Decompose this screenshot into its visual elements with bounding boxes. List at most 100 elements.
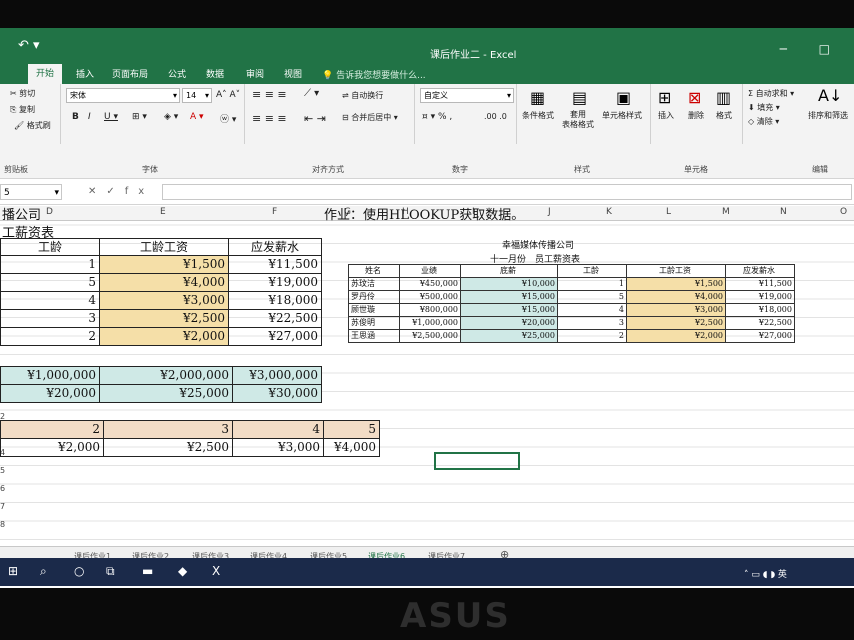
- delete-cells-icon[interactable]: ⊠: [688, 88, 701, 107]
- col-header[interactable]: F: [272, 207, 277, 217]
- col-header[interactable]: M: [722, 207, 730, 217]
- align-top-icon[interactable]: ≡ ≡ ≡: [252, 88, 287, 101]
- search-icon[interactable]: ⌕: [40, 564, 47, 579]
- copy-button[interactable]: ⎘ 复制: [10, 104, 35, 115]
- right-header-cell[interactable]: 应发薪水: [725, 264, 795, 278]
- right-cell[interactable]: ¥27,000: [725, 329, 795, 343]
- table1-cell[interactable]: 1: [0, 255, 100, 274]
- tab-review[interactable]: 审阅: [246, 67, 264, 80]
- row-header[interactable]: 8: [0, 520, 8, 529]
- clear-button[interactable]: ◇ 清除 ▾: [748, 116, 779, 127]
- system-tray-icons[interactable]: ˄ ▭ ◖ ◗ 英: [744, 567, 787, 580]
- col-header[interactable]: L: [666, 207, 671, 217]
- right-header-cell[interactable]: 工龄: [557, 264, 627, 278]
- undo-icon[interactable]: ↶ ▾: [18, 38, 40, 53]
- cortana-icon[interactable]: ○: [74, 564, 84, 578]
- right-cell[interactable]: 罗丹伶: [348, 290, 400, 304]
- right-cell[interactable]: ¥25,000: [460, 329, 558, 343]
- cell-style-icon[interactable]: ▣: [616, 88, 631, 107]
- right-cell[interactable]: ¥11,500: [725, 277, 795, 291]
- right-cell[interactable]: ¥2,000: [626, 329, 726, 343]
- col-header[interactable]: E: [160, 207, 166, 217]
- fill-color-icon[interactable]: ◈ ▾: [164, 112, 178, 122]
- app-icon[interactable]: ◆: [178, 564, 187, 578]
- cut-button[interactable]: ✂ 剪切: [10, 88, 35, 99]
- right-cell[interactable]: 5: [557, 290, 627, 304]
- right-header-cell[interactable]: 姓名: [348, 264, 400, 278]
- file-explorer-icon[interactable]: ▬: [142, 564, 153, 578]
- decimal-icon[interactable]: .00 .0: [484, 112, 507, 121]
- conditional-format-icon[interactable]: ▦: [530, 88, 545, 107]
- right-cell[interactable]: 王思涵: [348, 329, 400, 343]
- right-cell[interactable]: ¥20,000: [460, 316, 558, 330]
- table2-cell[interactable]: ¥3,000,000: [232, 366, 322, 385]
- col-header[interactable]: N: [780, 207, 787, 217]
- right-cell[interactable]: ¥800,000: [399, 303, 461, 317]
- orientation-icon[interactable]: ⟋ ▾: [304, 88, 319, 99]
- font-name-select[interactable]: 宋体 ▾: [66, 88, 180, 103]
- tell-me-box[interactable]: 💡 告诉我您想要做什么...: [322, 68, 426, 81]
- tab-page-layout[interactable]: 页面布局: [112, 67, 148, 80]
- sort-filter-button[interactable]: 排序和筛选: [808, 110, 848, 121]
- table3-cell[interactable]: 3: [103, 420, 233, 439]
- number-format-select[interactable]: 自定义 ▾: [420, 88, 514, 103]
- indent-icon[interactable]: ⇤ ⇥: [304, 112, 326, 125]
- table1-cell[interactable]: 3: [0, 309, 100, 328]
- table3-cell[interactable]: ¥3,000: [232, 438, 324, 457]
- table1-cell[interactable]: ¥11,500: [228, 255, 322, 274]
- font-color-icon[interactable]: A ▾: [190, 112, 204, 122]
- right-cell[interactable]: 4: [557, 303, 627, 317]
- right-header-cell[interactable]: 工龄工资: [626, 264, 726, 278]
- conditional-format-button[interactable]: 条件格式: [522, 110, 554, 121]
- table1-cell[interactable]: ¥2,000: [99, 327, 229, 346]
- table1-cell[interactable]: ¥19,000: [228, 273, 322, 292]
- fill-button[interactable]: ⬇ 填充 ▾: [748, 102, 780, 113]
- right-cell[interactable]: ¥450,000: [399, 277, 461, 291]
- formula-input[interactable]: [162, 184, 852, 200]
- table1-header[interactable]: 工龄工资: [99, 238, 229, 256]
- right-cell[interactable]: ¥500,000: [399, 290, 461, 304]
- right-cell[interactable]: ¥18,000: [725, 303, 795, 317]
- table3-cell[interactable]: ¥2,000: [0, 438, 104, 457]
- table-format-icon[interactable]: ▤: [572, 88, 587, 107]
- table3-cell[interactable]: 4: [232, 420, 324, 439]
- table1-cell[interactable]: ¥3,000: [99, 291, 229, 310]
- right-cell[interactable]: ¥1,500: [626, 277, 726, 291]
- col-header[interactable]: J: [548, 207, 551, 217]
- col-header[interactable]: K: [606, 207, 612, 217]
- table1-cell[interactable]: 2: [0, 327, 100, 346]
- format-painter-button[interactable]: 🖌 格式刷: [14, 120, 51, 131]
- right-cell[interactable]: ¥22,500: [725, 316, 795, 330]
- right-cell[interactable]: ¥10,000: [460, 277, 558, 291]
- right-cell[interactable]: ¥15,000: [460, 290, 558, 304]
- insert-cells-icon[interactable]: ⊞: [658, 88, 671, 107]
- task-view-icon[interactable]: ⧉: [106, 564, 115, 579]
- table1-cell[interactable]: ¥4,000: [99, 273, 229, 292]
- wrap-text-button[interactable]: ⇌ 自动换行: [342, 90, 383, 101]
- tab-data[interactable]: 数据: [206, 67, 224, 80]
- table3-cell[interactable]: 5: [323, 420, 380, 439]
- table1-cell[interactable]: ¥2,500: [99, 309, 229, 328]
- right-cell[interactable]: ¥4,000: [626, 290, 726, 304]
- sort-filter-icon[interactable]: A↓: [818, 86, 842, 105]
- right-header-cell[interactable]: 业绩: [399, 264, 461, 278]
- col-header[interactable]: D: [46, 207, 53, 217]
- align-left-icon[interactable]: ≡ ≡ ≡: [252, 112, 287, 125]
- tab-view[interactable]: 视图: [284, 67, 302, 80]
- name-box[interactable]: 5 ▾: [0, 184, 62, 200]
- currency-percent-icon[interactable]: ¤ ▾ % ,: [422, 112, 452, 122]
- tab-formulas[interactable]: 公式: [168, 67, 186, 80]
- font-size-select[interactable]: 14 ▾: [182, 88, 212, 103]
- format-cells-button[interactable]: 格式: [716, 110, 732, 121]
- right-cell[interactable]: ¥3,000: [626, 303, 726, 317]
- cell-style-button[interactable]: 单元格样式: [602, 110, 642, 121]
- table3-cell[interactable]: ¥4,000: [323, 438, 380, 457]
- table3-cell[interactable]: 2: [0, 420, 104, 439]
- table1-cell[interactable]: ¥1,500: [99, 255, 229, 274]
- table1-cell[interactable]: ¥18,000: [228, 291, 322, 310]
- table-format-button[interactable]: 套用 表格格式: [562, 110, 594, 130]
- table2-cell[interactable]: ¥30,000: [232, 384, 322, 403]
- bold-icon[interactable]: B: [72, 112, 79, 122]
- windows-start-icon[interactable]: ⊞: [8, 564, 18, 578]
- table1-header[interactable]: 工龄: [0, 238, 100, 256]
